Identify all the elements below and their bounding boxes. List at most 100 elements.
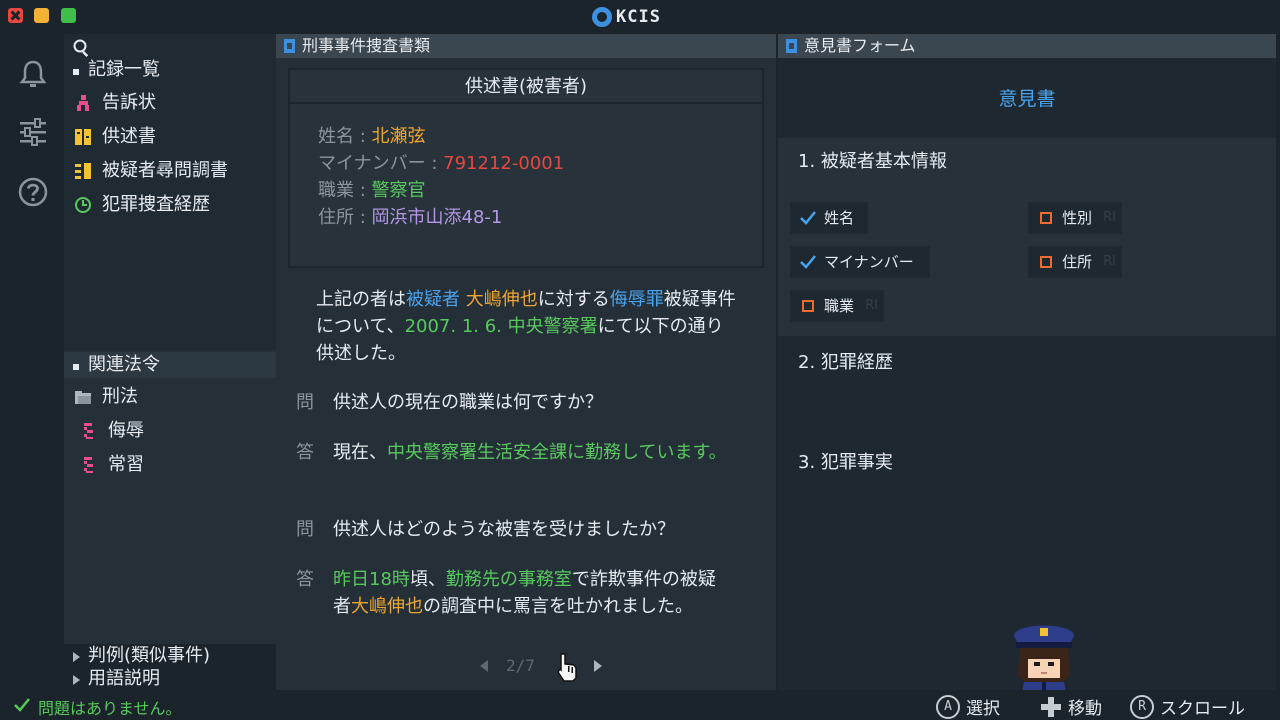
- intro-text: に対する: [537, 289, 610, 310]
- empty-box-icon: [802, 300, 814, 312]
- document-panel: 刑事事件捜査書類 供述書(被害者) 姓名 : 北瀬弦 マイナンバー : 7912…: [276, 34, 776, 690]
- field-chip-label: 姓名: [824, 209, 855, 227]
- records-section-label: 記録一覧: [88, 59, 160, 80]
- sliders-icon[interactable]: [17, 116, 49, 148]
- close-window-button[interactable]: [8, 8, 23, 23]
- glossary-section-label: 用語説明: [88, 668, 160, 689]
- field-chip-gender[interactable]: 性別 RI: [1028, 202, 1122, 234]
- document-panel-title: 刑事事件捜査書類: [302, 36, 431, 55]
- form-panel-title: 意見書フォーム: [804, 36, 916, 55]
- app-logo-text: KCIS: [616, 7, 661, 27]
- form-section-suspect-info: 1. 被疑者基本情報: [778, 138, 1276, 186]
- precedent-section-label: 判例(類似事件): [88, 645, 211, 666]
- tree-item-statement[interactable]: 供述書: [72, 122, 156, 152]
- crime-term[interactable]: 侮辱罪: [610, 289, 664, 310]
- workplace-term[interactable]: 中央警察署生活安全課に勤務しています。: [387, 442, 727, 463]
- question-mark: 問: [296, 519, 314, 540]
- records-section-header[interactable]: 記録一覧: [64, 57, 276, 83]
- field-chip-label: 性別: [1062, 209, 1093, 227]
- search-icon[interactable]: [72, 38, 92, 58]
- next-page-icon[interactable]: [594, 660, 602, 672]
- tree-item-interrogation[interactable]: 被疑者尋問調書: [72, 156, 228, 186]
- info-row-name: 姓名 : 北瀬弦: [318, 122, 426, 148]
- address-label: 住所 :: [318, 207, 372, 228]
- title-bar: KCIS: [0, 0, 1280, 34]
- suspect-role-term[interactable]: 被疑者: [406, 289, 460, 310]
- address-value[interactable]: 岡浜市山添48-1: [372, 207, 503, 228]
- info-row-address: 住所 : 岡浜市山添48-1: [318, 203, 502, 229]
- hand-cursor-icon: [557, 653, 577, 682]
- field-chip-name[interactable]: 姓名: [790, 202, 868, 234]
- status-message: 問題はありません。: [38, 699, 182, 718]
- form-section-criminal-history[interactable]: 2. 犯罪経歴: [778, 348, 1276, 374]
- tree-item-complaint[interactable]: 告訴状: [72, 88, 156, 118]
- tree-item-penal-code-folder[interactable]: 刑法: [72, 382, 138, 412]
- r-stick-icon: R: [1130, 694, 1154, 719]
- hint-select-label: 選択: [966, 699, 1000, 719]
- hint-move-label: 移動: [1068, 699, 1102, 719]
- bell-icon[interactable]: [17, 58, 49, 90]
- law-article-icon: [84, 423, 93, 439]
- app-logo: KCIS: [592, 6, 661, 28]
- tree-item-label: 刑法: [102, 386, 138, 407]
- answer-plain: の調査中に罵言を吐かれました。: [423, 596, 693, 617]
- form-panel-header: 意見書フォーム: [778, 34, 1276, 58]
- tree-item-criminal-history[interactable]: 犯罪捜査経歴: [72, 190, 210, 220]
- field-chip-mynumber[interactable]: マイナンバー: [790, 246, 930, 278]
- left-icon-rail: [0, 34, 64, 690]
- related-law-section-header[interactable]: 関連法令: [64, 352, 276, 378]
- previous-page-icon[interactable]: [480, 660, 488, 672]
- mynumber-label: マイナンバー :: [318, 153, 444, 174]
- history-icon: [75, 197, 91, 213]
- place-term[interactable]: 勤務先の事務室: [446, 569, 572, 590]
- page-navigator: 2/7: [476, 653, 616, 682]
- tree-item-label: 侮辱: [108, 420, 144, 441]
- suspect-name-term[interactable]: 大嶋伸也: [466, 289, 538, 310]
- minimize-window-button[interactable]: [34, 8, 49, 23]
- records-tree-panel: 記録一覧 告訴状 供述書 被疑者尋問調書 犯罪捜査経歴 関連法令 刑法 侮辱 常…: [64, 34, 276, 690]
- answer-plain: 現在、: [333, 442, 387, 463]
- field-chip-tag: RI: [1103, 210, 1116, 225]
- page-indicator: 2/7: [506, 656, 535, 675]
- maximize-window-button[interactable]: [61, 8, 76, 23]
- question-text: 供述人はどのような被害を受けましたか？: [333, 519, 675, 540]
- document-panel-header: 刑事事件捜査書類: [276, 34, 776, 58]
- hint-select: A 選択: [936, 694, 1000, 719]
- mynumber-value[interactable]: 791212-0001: [443, 153, 564, 174]
- date-place-term[interactable]: 2007. 1. 6. 中央警察署: [405, 316, 598, 337]
- job-value[interactable]: 警察官: [372, 180, 426, 201]
- time-term[interactable]: 昨日18時: [333, 569, 410, 590]
- interrogation-icon: [75, 163, 91, 179]
- status-bar: 問題はありません。 A 選択 移動 R スクロール: [0, 690, 1280, 720]
- field-chip-address[interactable]: 住所 RI: [1028, 246, 1122, 278]
- form-section-criminal-facts[interactable]: 3. 犯罪事実: [778, 448, 1276, 474]
- question-text: 供述人の現在の職業は何ですか？: [333, 392, 603, 413]
- empty-box-icon: [1040, 256, 1052, 268]
- opinion-form-panel: 意見書フォーム 意見書 1. 被疑者基本情報 姓名 性別 RI マイナンバー 住…: [778, 34, 1276, 690]
- tree-item-law-insult[interactable]: 侮辱: [78, 416, 144, 446]
- answer-plain: 頃、: [409, 569, 446, 590]
- info-row-mynumber: マイナンバー : 791212-0001: [318, 149, 564, 175]
- hint-scroll: R スクロール: [1130, 694, 1245, 719]
- job-label: 職業 :: [318, 180, 372, 201]
- law-article-icon: [84, 457, 93, 473]
- suspect-name-term[interactable]: 大嶋伸也: [351, 596, 423, 617]
- answer-mark: 答: [296, 569, 314, 590]
- info-row-job: 職業 : 警察官: [318, 176, 426, 202]
- name-value[interactable]: 北瀬弦: [372, 126, 426, 147]
- glossary-section-header[interactable]: 用語説明: [64, 667, 276, 691]
- tree-item-label: 常習: [108, 454, 144, 475]
- related-law-section-label: 関連法令: [88, 354, 160, 375]
- answer-text: 現在、中央警察署生活安全課に勤務しています。: [333, 439, 733, 466]
- suspect-info-fields: 姓名 性別 RI マイナンバー 住所 RI 職業 RI: [778, 186, 1276, 336]
- a-button-icon: A: [936, 694, 960, 719]
- kcis-logo-icon: [592, 7, 612, 27]
- field-chip-label: 住所: [1062, 253, 1093, 271]
- precedent-section-header[interactable]: 判例(類似事件): [64, 644, 276, 668]
- field-chip-job[interactable]: 職業 RI: [790, 290, 884, 322]
- document-icon: [786, 39, 797, 53]
- field-chip-tag: RI: [1103, 254, 1116, 269]
- tree-item-law-habitual[interactable]: 常習: [78, 450, 144, 480]
- help-icon[interactable]: [17, 176, 49, 208]
- dpad-icon: [1041, 696, 1061, 717]
